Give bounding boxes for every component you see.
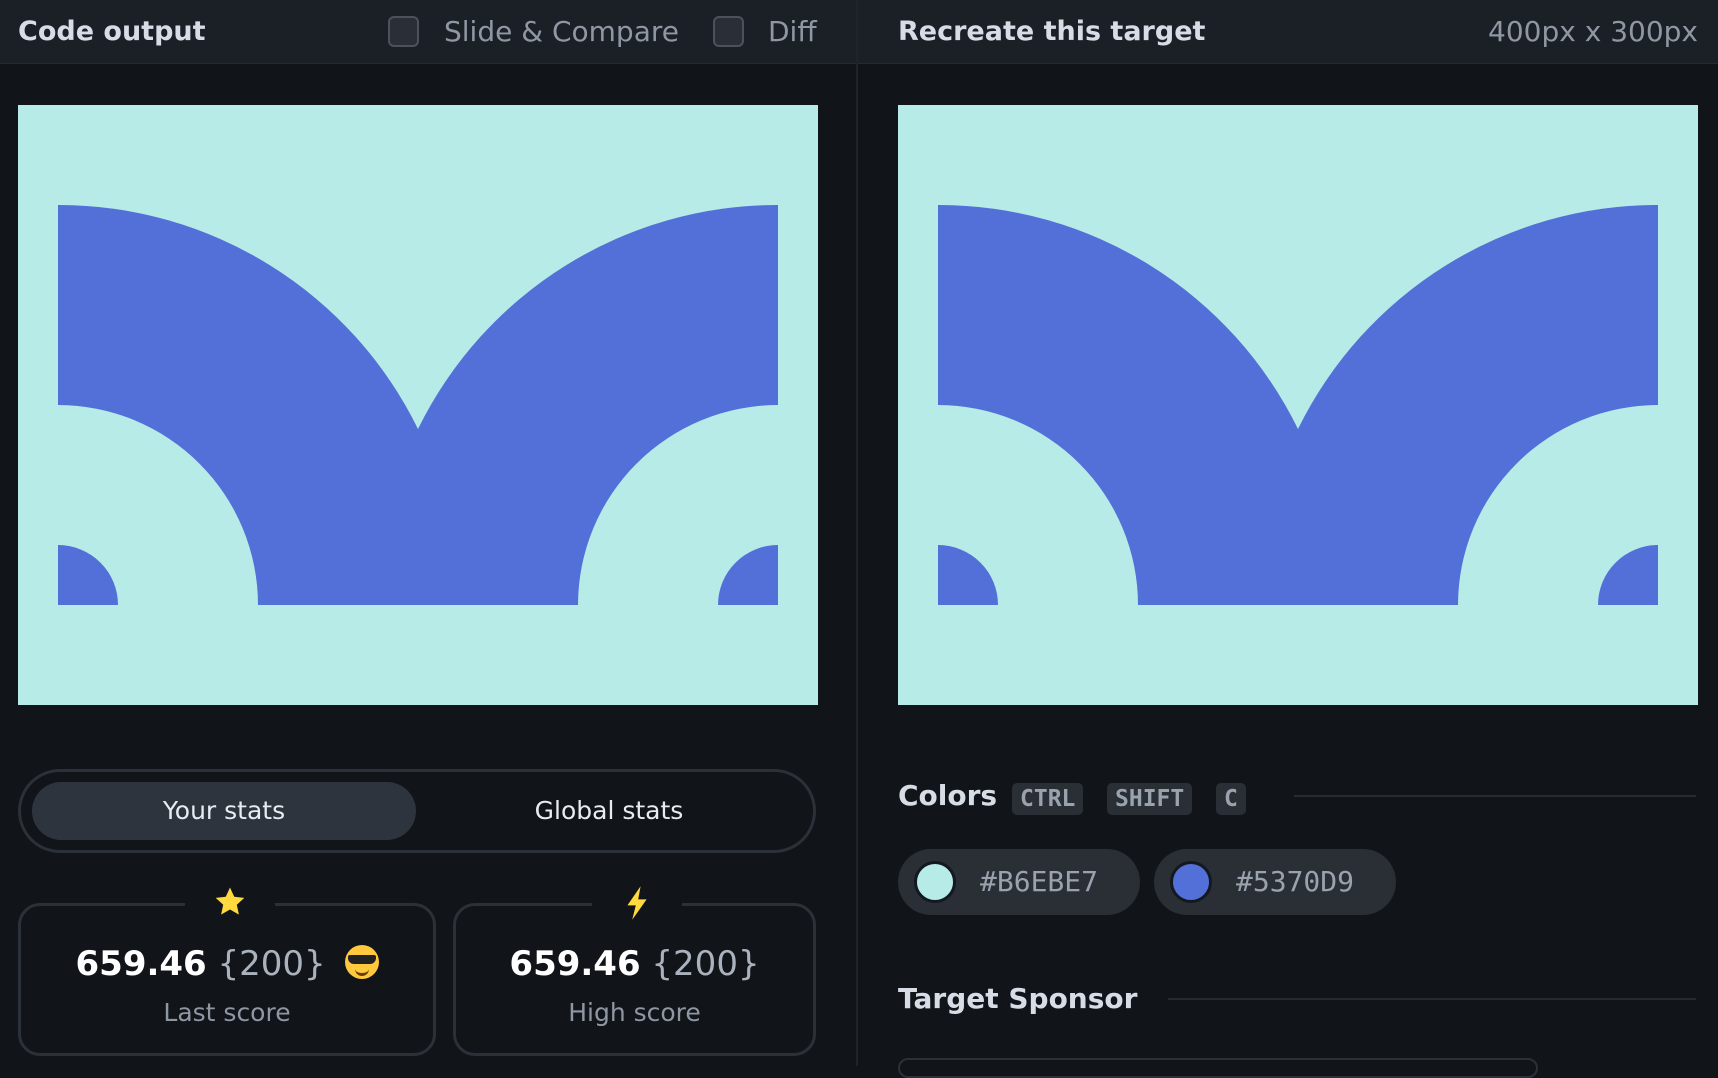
bolt-icon xyxy=(592,880,682,924)
last-score-count: {200} xyxy=(217,944,326,984)
diff-label[interactable]: Diff xyxy=(768,15,817,48)
shortcut-key-c: C xyxy=(1216,783,1246,815)
shortcut-key-ctrl: CTRL xyxy=(1012,783,1084,815)
tab-your-stats[interactable]: Your stats xyxy=(32,782,416,840)
sponsor-divider xyxy=(1168,998,1696,1000)
output-render xyxy=(18,105,818,705)
sponsor-title: Target Sponsor xyxy=(898,982,1138,1015)
star-icon xyxy=(185,880,275,924)
slide-compare-label[interactable]: Slide & Compare xyxy=(444,15,679,48)
high-score-label: High score xyxy=(568,998,701,1027)
code-output-header: Code output Slide & Compare Diff xyxy=(0,0,856,64)
code-output-title: Code output xyxy=(18,16,206,47)
target-header: Recreate this target 400px x 300px xyxy=(858,0,1718,64)
last-score-line: 659.46 {200} xyxy=(21,944,433,984)
target-dimensions: 400px x 300px xyxy=(1488,15,1698,48)
target-panel: Recreate this target 400px x 300px Color… xyxy=(858,0,1718,1078)
sunglasses-emoji-icon xyxy=(344,945,379,979)
high-score-line: 659.46 {200} xyxy=(456,944,813,984)
slide-compare-checkbox[interactable] xyxy=(388,16,419,47)
color-chip-2[interactable]: #5370D9 xyxy=(1154,849,1396,915)
high-score-count: {200} xyxy=(651,944,760,984)
high-score-value: 659.46 xyxy=(509,944,641,984)
target-render xyxy=(898,105,1698,705)
color-swatch-2 xyxy=(1170,861,1212,903)
last-score-label: Last score xyxy=(163,998,291,1027)
colors-divider xyxy=(1294,795,1696,797)
target-title: Recreate this target xyxy=(898,16,1206,47)
code-output-panel: Code output Slide & Compare Diff Your st… xyxy=(0,0,856,1066)
color-swatch-1 xyxy=(914,861,956,903)
shortcut-key-shift: SHIFT xyxy=(1107,783,1193,815)
target-canvas xyxy=(898,105,1698,705)
last-score-card: 659.46 {200} Last score xyxy=(18,880,436,1056)
code-output-canvas[interactable] xyxy=(18,105,818,705)
stats-tab-switcher: Your stats Global stats xyxy=(18,769,816,853)
last-score-value: 659.46 xyxy=(75,944,207,984)
color-hex-2: #5370D9 xyxy=(1236,865,1355,898)
colors-title: Colors xyxy=(898,779,998,812)
color-hex-1: #B6EBE7 xyxy=(980,865,1099,898)
diff-checkbox[interactable] xyxy=(713,16,744,47)
sponsor-card[interactable] xyxy=(898,1058,1538,1078)
high-score-card: 659.46 {200} High score xyxy=(453,880,816,1056)
color-chip-1[interactable]: #B6EBE7 xyxy=(898,849,1140,915)
tab-global-stats[interactable]: Global stats xyxy=(417,782,801,840)
